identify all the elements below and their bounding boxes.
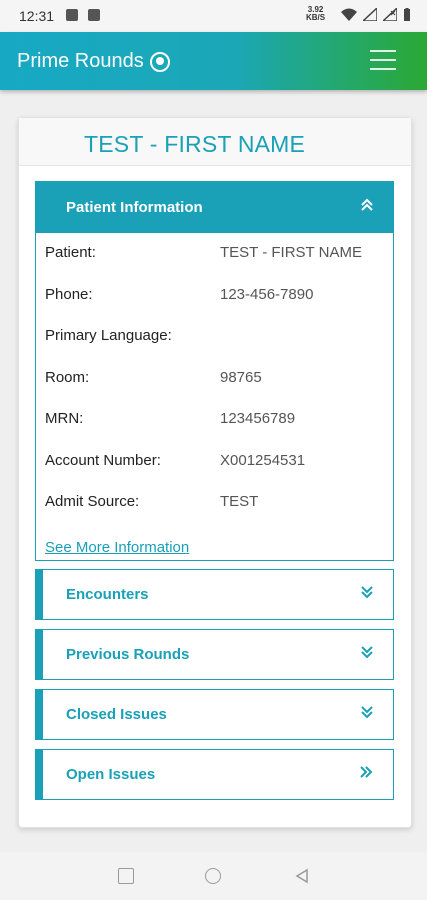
page-title: TEST - FIRST NAME bbox=[84, 131, 306, 157]
network-speed: 3.92 KB/S bbox=[306, 5, 326, 22]
see-more-information-link[interactable]: See More Information bbox=[45, 539, 189, 556]
status-right-icons bbox=[341, 6, 411, 24]
double-chevron-down-icon bbox=[361, 585, 373, 602]
open-issues-section[interactable]: Open Issues bbox=[35, 749, 394, 800]
system-nav-bar bbox=[0, 852, 427, 900]
image-icon bbox=[88, 9, 100, 21]
app-brand[interactable]: Prime Rounds bbox=[17, 50, 170, 73]
previous-rounds-label: Previous Rounds bbox=[66, 646, 190, 663]
row-value-patient: TEST - FIRST NAME bbox=[220, 244, 362, 261]
app-bar: Prime Rounds bbox=[0, 32, 427, 90]
row-label-admit-source: Admit Source: bbox=[45, 493, 140, 510]
double-chevron-down-icon bbox=[361, 705, 373, 722]
prime-rounds-logo-icon bbox=[149, 51, 170, 72]
open-issues-label: Open Issues bbox=[66, 766, 156, 783]
row-label-phone: Phone: bbox=[45, 286, 93, 303]
closed-issues-section[interactable]: Closed Issues bbox=[35, 689, 394, 740]
signal-x-icon bbox=[381, 6, 398, 24]
hamburger-menu-icon[interactable] bbox=[370, 50, 396, 72]
row-label-mrn: MRN: bbox=[45, 410, 84, 427]
patient-info-panel: Patient Information Patient: TEST - FIRS… bbox=[35, 181, 394, 561]
notification-icon bbox=[66, 9, 78, 21]
patient-info-header[interactable]: Patient Information bbox=[36, 182, 393, 233]
app-title: Prime Rounds bbox=[17, 50, 144, 72]
status-bar: 12:31 3.92 KB/S bbox=[0, 0, 427, 32]
patient-card: TEST - FIRST NAME Patient Information Pa… bbox=[18, 117, 412, 828]
patient-info-title: Patient Information bbox=[66, 199, 203, 216]
row-label-patient: Patient: bbox=[45, 244, 96, 261]
encounters-section[interactable]: Encounters bbox=[35, 569, 394, 620]
row-value-admit-source: TEST bbox=[220, 493, 259, 510]
wifi-icon bbox=[341, 8, 357, 24]
signal-icon bbox=[361, 6, 378, 24]
status-time: 12:31 bbox=[19, 8, 55, 24]
closed-issues-label: Closed Issues bbox=[66, 706, 167, 723]
double-chevron-up-icon bbox=[361, 198, 373, 215]
double-chevron-right-icon bbox=[359, 765, 373, 781]
previous-rounds-section[interactable]: Previous Rounds bbox=[35, 629, 394, 680]
home-icon[interactable] bbox=[205, 868, 221, 884]
row-value-phone: 123-456-7890 bbox=[220, 286, 314, 303]
card-header: TEST - FIRST NAME bbox=[19, 118, 411, 166]
row-label-account-number: Account Number: bbox=[45, 452, 161, 469]
recent-apps-icon[interactable] bbox=[118, 868, 134, 884]
back-icon[interactable] bbox=[294, 868, 310, 884]
row-value-mrn: 123456789 bbox=[220, 410, 296, 427]
double-chevron-down-icon bbox=[361, 645, 373, 662]
row-value-account-number: X001254531 bbox=[220, 452, 306, 469]
battery-icon bbox=[403, 8, 411, 24]
row-value-room: 98765 bbox=[220, 369, 262, 386]
row-label-primary-language: Primary Language: bbox=[45, 327, 172, 344]
encounters-label: Encounters bbox=[66, 586, 149, 603]
row-label-room: Room: bbox=[45, 369, 90, 386]
